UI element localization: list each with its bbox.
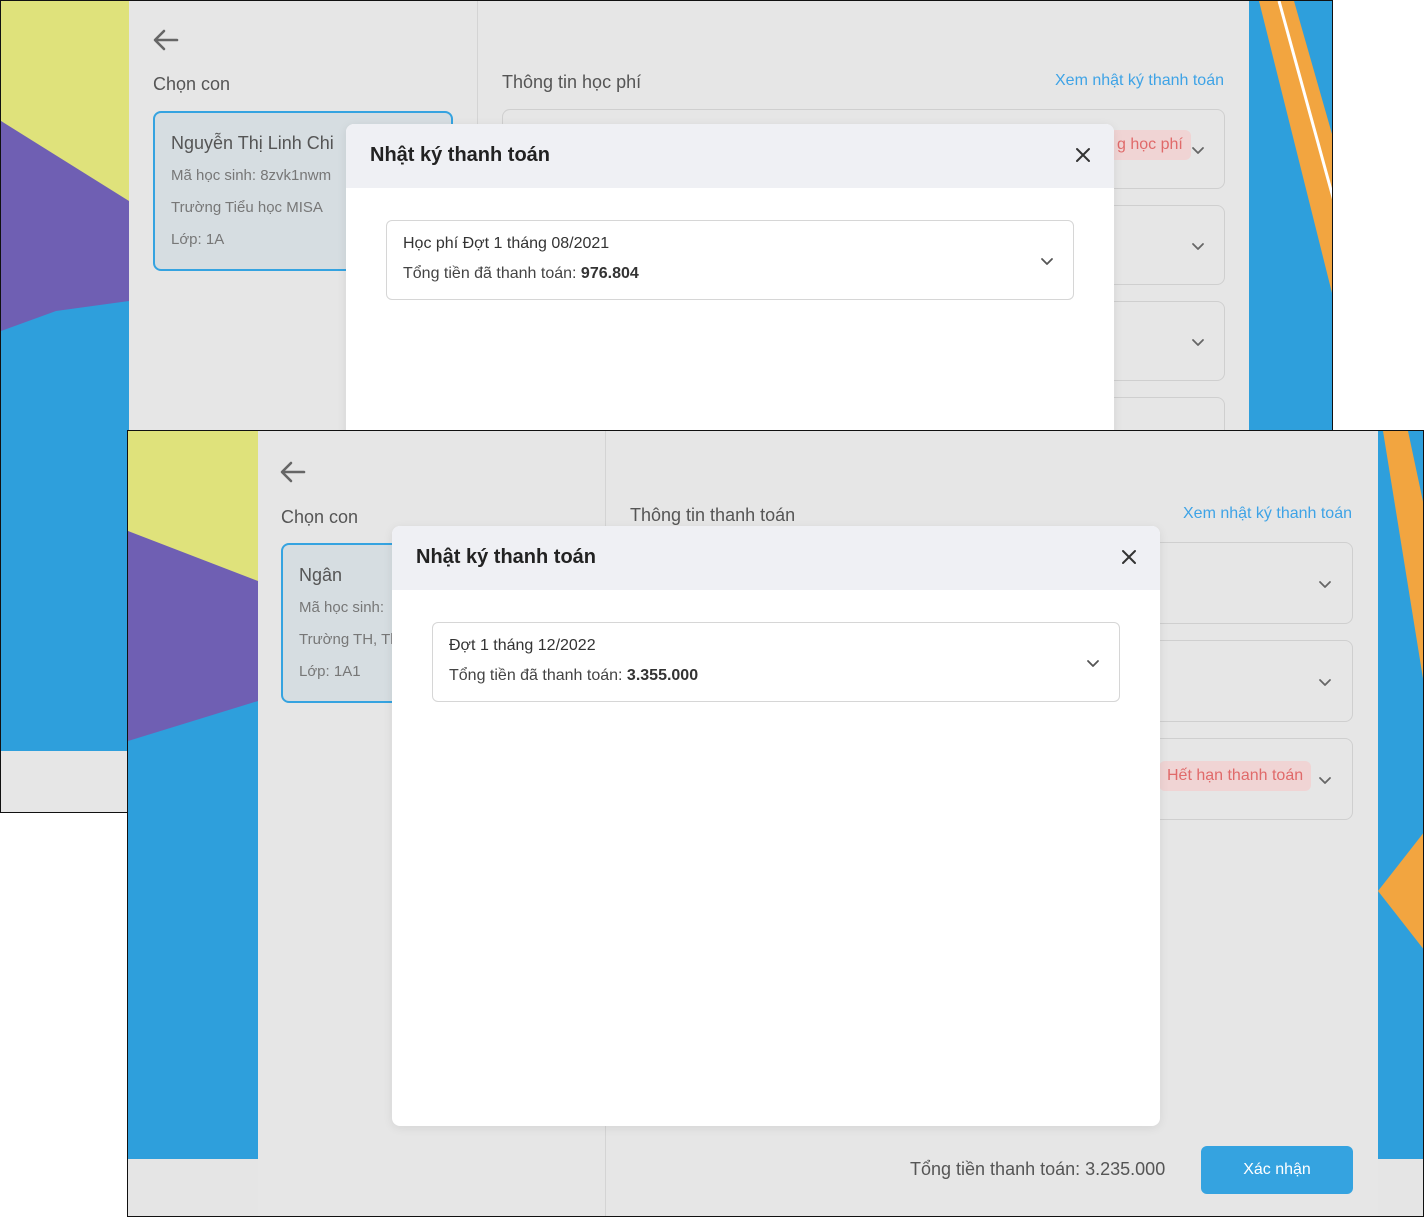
payment-log-item-title: Đợt 1 tháng 12/2022 [449,637,596,654]
arrow-left-icon [280,461,306,483]
payment-log-item-total: Tổng tiền đã thanh toán: 976.804 [403,265,639,282]
close-icon [1076,148,1090,162]
chevron-down-icon[interactable] [1085,655,1101,671]
background-art-left [1,1,129,751]
modal-header: Nhật ký thanh toán [392,526,1160,590]
close-button[interactable] [1074,146,1092,164]
back-button[interactable] [278,457,308,487]
background-art-left [128,431,258,1159]
payment-log-item-title: Học phí Đợt 1 tháng 08/2021 [403,235,610,252]
payment-log-link[interactable]: Xem nhật ký thanh toán [1055,72,1224,90]
close-icon [1122,550,1136,564]
student-id: Mã học sinh: [299,599,385,616]
chevron-down-icon[interactable] [1190,142,1206,158]
total-paid-value: 3.355.000 [626,667,699,684]
status-badge: g học phí [1109,130,1191,160]
chevron-down-icon[interactable] [1317,674,1333,690]
chevron-down-icon[interactable] [1039,253,1055,269]
arrow-left-icon [153,29,179,51]
bottom-strip [1,751,129,812]
student-id: Mã học sinh: 8zvk1nwm [171,167,332,184]
total-paid-value: 976.804 [580,265,639,282]
class-name: Lớp: 1A1 [299,663,361,680]
chevron-down-icon[interactable] [1317,772,1333,788]
payment-log-item[interactable]: Học phí Đợt 1 tháng 08/2021 Tổng tiền đã… [386,220,1074,300]
back-button[interactable] [151,25,181,55]
status-badge: Hết hạn thanh toán [1159,761,1312,791]
modal-title: Nhật ký thanh toán [370,144,551,166]
choose-child-title: Chọn con [281,507,359,527]
payment-log-item-total: Tổng tiền đã thanh toán: 3.355.000 [449,667,699,684]
payment-log-modal: Nhật ký thanh toán Đợt 1 tháng 12/2022 T… [392,526,1160,1126]
payment-log-item[interactable]: Đợt 1 tháng 12/2022 Tổng tiền đã thanh t… [432,622,1120,702]
payment-total: Tổng tiền thanh toán: 3.235.000 [910,1159,1166,1179]
confirm-button[interactable]: Xác nhận [1201,1146,1353,1194]
modal-header: Nhật ký thanh toán [346,124,1114,188]
close-button[interactable] [1120,548,1138,566]
main-panel: Chọn con Ngân Mã học sinh: Trường TH, Tl… [258,431,1378,1216]
class-name: Lớp: 1A [171,231,225,248]
screenshot-2: Chọn con Ngân Mã học sinh: Trường TH, Tl… [127,430,1424,1217]
chevron-down-icon[interactable] [1190,238,1206,254]
payment-log-link[interactable]: Xem nhật ký thanh toán [1183,505,1352,523]
chevron-down-icon[interactable] [1317,576,1333,592]
modal-title: Nhật ký thanh toán [416,546,597,568]
payment-info-title: Thông tin thanh toán [630,505,796,525]
child-name: Ngân [299,565,343,585]
child-name: Nguyễn Thị Linh Chi [171,133,334,153]
chevron-down-icon[interactable] [1190,334,1206,350]
background-art-right [1378,431,1423,1159]
fee-info-title: Thông tin học phí [502,72,642,92]
school-name: Trường TH, Tl [299,631,394,648]
choose-child-title: Chọn con [153,74,231,94]
school-name: Trường Tiểu học MISA [171,199,323,216]
